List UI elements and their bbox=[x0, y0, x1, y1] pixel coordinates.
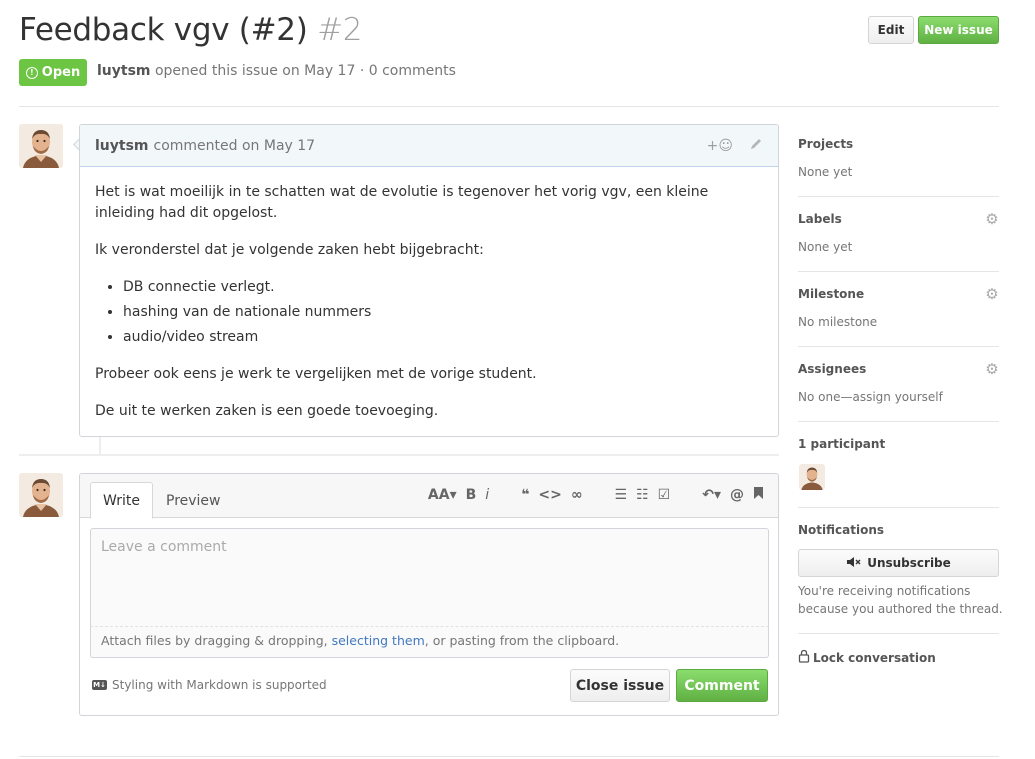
lock-label: Lock conversation bbox=[813, 650, 936, 665]
issue-meta-text: opened this issue on May 17 · 0 comments bbox=[154, 63, 456, 79]
sidebar-notifications: Notifications bbox=[798, 523, 999, 537]
new-issue-button[interactable]: New issue bbox=[918, 16, 999, 44]
quote-icon[interactable]: ❝ bbox=[521, 487, 529, 503]
divider bbox=[19, 106, 999, 107]
list-item: DB connectie verlegt. bbox=[123, 277, 763, 298]
markdown-note[interactable]: M↓ Styling with Markdown is supported bbox=[92, 678, 327, 692]
attach-text-suffix: , or pasting from the clipboard. bbox=[424, 633, 620, 648]
labels-title: Labels bbox=[798, 212, 842, 226]
comment-box: luytsm commented on May 17 +☺ Het is wat… bbox=[79, 124, 779, 437]
sidebar-assignees: Assignees ⚙ No one—assign yourself bbox=[798, 362, 999, 405]
timeline-line bbox=[99, 437, 101, 454]
pencil-icon[interactable] bbox=[749, 137, 763, 155]
comment-paragraph: Het is wat moeilijk in te schatten wat d… bbox=[95, 184, 709, 221]
sidebar-projects: Projects None yet bbox=[798, 137, 999, 179]
bookmark-icon[interactable] bbox=[753, 486, 764, 504]
unsubscribe-label: Unsubscribe bbox=[867, 556, 951, 570]
milestone-value: No milestone bbox=[798, 315, 878, 329]
comment-body: Het is wat moeilijk in te schatten wat d… bbox=[80, 167, 778, 453]
avatar[interactable] bbox=[19, 473, 63, 517]
divider bbox=[798, 271, 999, 272]
comment-textarea[interactable]: Leave a comment bbox=[90, 528, 769, 627]
projects-value: None yet bbox=[798, 165, 853, 179]
file-dropzone[interactable]: Attach files by dragging & dropping, sel… bbox=[90, 627, 769, 658]
bold-icon[interactable]: B bbox=[466, 487, 477, 503]
ordered-list-icon[interactable]: ☷ bbox=[636, 487, 649, 503]
avatar[interactable] bbox=[19, 124, 63, 168]
comment-paragraph: Probeer ook eens je werk te vergelijken … bbox=[95, 366, 537, 382]
list-item: audio/video stream bbox=[123, 327, 763, 348]
participant-avatar[interactable] bbox=[799, 464, 825, 490]
comment-paragraph: De uit te werken zaken is een goede toev… bbox=[95, 403, 439, 419]
participants-title: 1 participant bbox=[798, 437, 886, 451]
milestone-title: Milestone bbox=[798, 287, 865, 301]
issue-title-text: Feedback vgv (#2) bbox=[19, 12, 308, 48]
markdown-note-text: Styling with Markdown is supported bbox=[112, 678, 327, 692]
sidebar-milestone: Milestone ⚙ No milestone bbox=[798, 287, 999, 330]
link-icon[interactable]: ∞ bbox=[571, 487, 583, 503]
comment-list: DB connectie verlegt. hashing van de nat… bbox=[123, 277, 763, 348]
comment-paragraph: Ik veronderstel dat je volgende zaken he… bbox=[95, 242, 484, 258]
gear-icon[interactable]: ⚙ bbox=[985, 362, 999, 377]
reply-icon[interactable]: ↶▾ bbox=[702, 487, 721, 503]
comment-author[interactable]: luytsm bbox=[95, 138, 149, 154]
sidebar-labels: Labels ⚙ None yet bbox=[798, 212, 999, 255]
list-item: hashing van de nationale nummers bbox=[123, 302, 763, 323]
unordered-list-icon[interactable]: ☰ bbox=[615, 487, 628, 503]
issue-meta: luytsm opened this issue on May 17 · 0 c… bbox=[97, 63, 456, 79]
gear-icon[interactable]: ⚙ bbox=[985, 287, 999, 302]
tab-preview[interactable]: Preview bbox=[154, 482, 233, 519]
gear-icon[interactable]: ⚙ bbox=[985, 212, 999, 227]
edit-button[interactable]: Edit bbox=[868, 16, 914, 44]
mention-icon[interactable]: @ bbox=[730, 487, 744, 503]
labels-value: None yet bbox=[798, 240, 853, 254]
task-list-icon[interactable]: ☑ bbox=[658, 487, 671, 503]
divider bbox=[798, 633, 999, 634]
mute-icon bbox=[846, 556, 862, 571]
attach-text: Attach files by dragging & dropping, bbox=[101, 633, 332, 648]
comment-button[interactable]: Comment bbox=[676, 669, 768, 702]
add-reaction-icon[interactable]: +☺ bbox=[707, 138, 733, 154]
divider bbox=[798, 507, 999, 508]
divider bbox=[798, 346, 999, 347]
notifications-title: Notifications bbox=[798, 523, 885, 537]
divider bbox=[798, 196, 999, 197]
italic-icon[interactable]: i bbox=[485, 487, 489, 503]
issue-opened-icon: ! bbox=[25, 66, 38, 79]
author-link[interactable]: luytsm bbox=[97, 63, 151, 79]
lock-icon bbox=[798, 649, 810, 666]
divider bbox=[19, 454, 779, 456]
markdown-icon: M↓ bbox=[92, 680, 107, 690]
unsubscribe-button[interactable]: Unsubscribe bbox=[798, 549, 999, 577]
assignees-title: Assignees bbox=[798, 362, 867, 376]
issue-title: Feedback vgv (#2) #2 bbox=[19, 12, 362, 48]
comment-header: luytsm commented on May 17 +☺ bbox=[80, 125, 778, 167]
lock-conversation-button[interactable]: Lock conversation bbox=[798, 649, 936, 666]
markdown-toolbar: AA▾ B i ❝ <> ∞ ☰ ☷ ☑ ↶▾ @ bbox=[428, 486, 764, 504]
heading-icon[interactable]: AA▾ bbox=[428, 487, 457, 503]
tab-write[interactable]: Write bbox=[90, 482, 153, 519]
status-badge: ! Open bbox=[19, 59, 87, 86]
divider bbox=[19, 756, 999, 757]
code-icon[interactable]: <> bbox=[538, 487, 561, 503]
notification-reason: You're receiving notifications because y… bbox=[798, 584, 1003, 616]
close-issue-button[interactable]: Close issue bbox=[570, 669, 670, 702]
status-label: Open bbox=[41, 65, 81, 80]
comment-tabs: Write Preview AA▾ B i ❝ <> ∞ ☰ ☷ ☑ ↶▾ @ bbox=[80, 474, 778, 519]
sidebar-participants: 1 participant bbox=[798, 437, 999, 451]
new-comment-form: Write Preview AA▾ B i ❝ <> ∞ ☰ ☷ ☑ ↶▾ @ … bbox=[79, 473, 779, 716]
projects-title: Projects bbox=[798, 137, 854, 151]
comment-timestamp[interactable]: commented on May 17 bbox=[154, 138, 316, 154]
select-files-link[interactable]: selecting them bbox=[332, 633, 425, 648]
divider bbox=[798, 421, 999, 422]
issue-number: #2 bbox=[317, 12, 363, 48]
assignees-value[interactable]: No one—assign yourself bbox=[798, 390, 999, 404]
